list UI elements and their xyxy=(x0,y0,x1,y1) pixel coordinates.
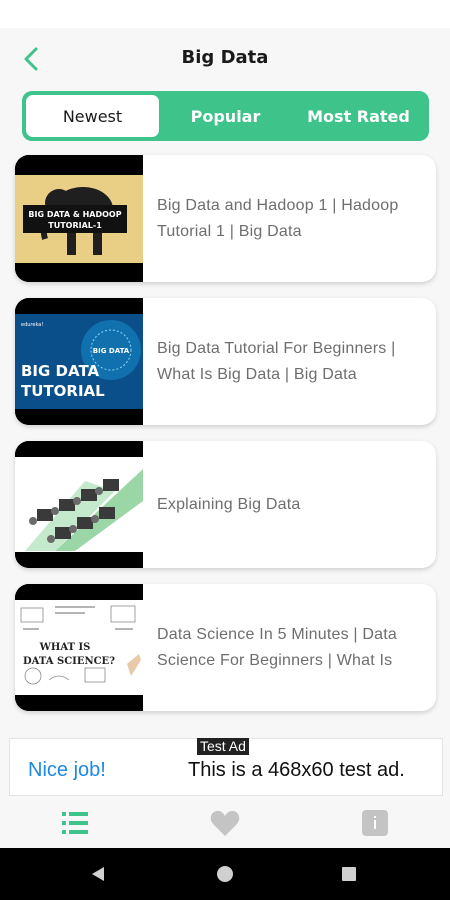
system-back-button[interactable] xyxy=(68,848,128,900)
tab-most-rated[interactable]: Most Rated xyxy=(292,95,425,137)
video-card[interactable]: Explaining Big Data xyxy=(15,441,436,568)
system-recents-button[interactable] xyxy=(319,848,379,900)
video-thumbnail: BIG DATA & HADOOP TUTORIAL-1 xyxy=(15,155,143,282)
system-home-button[interactable] xyxy=(195,848,255,900)
video-thumbnail: BIG DATA edureka! BIG DATA TUTORIAL xyxy=(15,298,143,425)
system-nav-bar xyxy=(0,848,450,900)
thumb-caption: BIG DATA xyxy=(21,362,100,380)
video-thumbnail xyxy=(15,441,143,568)
heart-icon xyxy=(210,810,240,836)
list-icon xyxy=(62,811,88,834)
ad-tag: Test Ad xyxy=(197,738,249,755)
circle-home-icon xyxy=(217,866,233,882)
thumb-caption: TUTORIAL xyxy=(21,382,105,400)
status-bar xyxy=(0,0,450,28)
nav-info[interactable] xyxy=(300,797,450,848)
thumb-caption: DATA SCIENCE? xyxy=(23,656,115,667)
ad-banner[interactable]: Test Ad Nice job! This is a 468x60 test … xyxy=(9,738,443,796)
video-card[interactable]: BIG DATA edureka! BIG DATA TUTORIAL Big … xyxy=(15,298,436,425)
page-title: Big Data xyxy=(181,47,269,68)
app-header: Big Data xyxy=(0,28,450,88)
video-title: Data Science In 5 Minutes | Data Science… xyxy=(157,625,398,669)
ad-text: This is a 468x60 test ad. xyxy=(188,759,405,781)
video-list: BIG DATA & HADOOP TUTORIAL-1 Big Data an… xyxy=(15,155,436,727)
bottom-nav xyxy=(0,797,450,848)
video-card[interactable]: WHAT IS DATA SCIENCE? Data Science In 5 … xyxy=(15,584,436,711)
video-title: Big Data Tutorial For Beginners | What I… xyxy=(157,339,396,383)
thumb-caption: WHAT IS xyxy=(39,642,91,653)
thumb-caption: BIG DATA xyxy=(93,347,130,355)
video-card[interactable]: BIG DATA & HADOOP TUTORIAL-1 Big Data an… xyxy=(15,155,436,282)
sort-tabs: Newest Popular Most Rated xyxy=(22,91,429,141)
nav-list[interactable] xyxy=(0,797,150,848)
video-thumbnail: WHAT IS DATA SCIENCE? xyxy=(15,584,143,711)
info-icon xyxy=(362,809,388,836)
ad-cta-link[interactable]: Nice job! xyxy=(28,759,106,782)
thumb-caption: TUTORIAL-1 xyxy=(48,221,102,230)
tab-popular[interactable]: Popular xyxy=(159,95,292,137)
tab-newest[interactable]: Newest xyxy=(26,95,159,137)
thumb-caption: BIG DATA & HADOOP xyxy=(28,210,121,219)
nav-favorites[interactable] xyxy=(150,797,300,848)
video-title: Big Data and Hadoop 1 | Hadoop Tutorial … xyxy=(157,196,399,240)
thumb-caption: edureka! xyxy=(21,322,43,328)
video-title: Explaining Big Data xyxy=(157,495,301,513)
triangle-back-icon xyxy=(92,867,104,881)
square-recents-icon xyxy=(342,867,356,881)
